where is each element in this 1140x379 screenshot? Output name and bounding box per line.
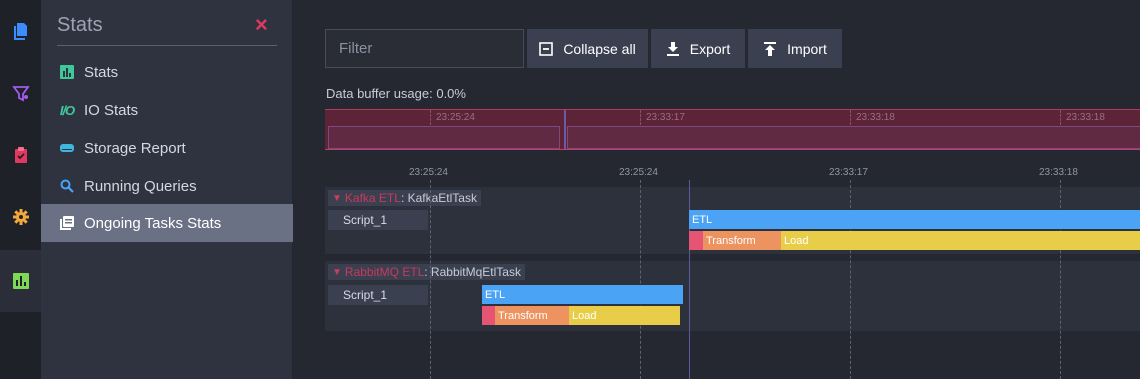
stats-menu-panel: Stats × Stats I/O IO Stats Storage Repor… [41, 0, 293, 379]
import-label: Import [787, 40, 827, 57]
storage-icon [58, 141, 76, 155]
ongoing-tasks-stats-view: Stats × Stats I/O IO Stats Storage Repor… [0, 0, 1140, 379]
rail-tasks-button[interactable] [0, 124, 41, 186]
time-gridline [640, 180, 641, 379]
menu-item-stats[interactable]: Stats [41, 53, 293, 91]
expand-arrow-icon: ▼ [332, 266, 342, 278]
overview-tick [430, 110, 431, 125]
script-label: Script_1 [328, 210, 428, 230]
axis-tick-label: 23:33:18 [1039, 167, 1078, 178]
menu-item-running-queries[interactable]: Running Queries [41, 167, 293, 205]
expand-arrow-icon: ▼ [332, 192, 342, 204]
rail-indexes-button[interactable] [0, 62, 41, 124]
export-label: Export [689, 40, 731, 57]
load-bar[interactable]: Load [569, 306, 680, 325]
indexes-icon [11, 86, 30, 102]
menu-title: Stats [57, 14, 103, 36]
task-group-rabbitmq-etl: ▼ RabbitMQ ETL : RabbitMqEtlTask Script_… [325, 261, 1140, 331]
overview-tick-label: 23:25:24 [436, 112, 475, 123]
transform-bar[interactable]: Transform [495, 306, 569, 325]
script-label: Script_1 [328, 285, 428, 305]
rail-documents-button[interactable] [0, 0, 41, 62]
extract-bar[interactable] [482, 306, 495, 325]
timeline-overview[interactable]: 23:25:24 23:33:17 23:33:18 23:33:18 [325, 109, 1140, 150]
menu-item-label: Storage Report [84, 139, 186, 157]
collapse-all-label: Collapse all [563, 40, 636, 57]
group-header[interactable]: ▼ RabbitMQ ETL : RabbitMqEtlTask [328, 264, 525, 280]
menu-item-label: Stats [84, 63, 119, 81]
overview-brush-handle[interactable] [564, 110, 566, 149]
overview-tick-label: 23:33:18 [856, 112, 895, 123]
ongoing-tasks-icon [58, 216, 76, 230]
overview-tick [1060, 110, 1061, 125]
overview-tick [850, 110, 851, 125]
upload-icon [764, 41, 777, 56]
collapse-all-button[interactable]: Collapse all [527, 29, 648, 68]
time-gridline [430, 180, 431, 379]
axis-tick-label: 23:25:24 [409, 167, 448, 178]
axis-tick-label: 23:33:17 [829, 167, 868, 178]
rail-settings-button[interactable] [0, 186, 41, 248]
bar-chart-icon [58, 65, 76, 79]
etl-bar[interactable]: ETL [482, 285, 683, 304]
menu-item-io-stats[interactable]: I/O IO Stats [41, 91, 293, 129]
overview-range-right [567, 126, 1140, 149]
settings-gear-icon [12, 209, 29, 225]
overview-tick-label: 23:33:17 [646, 112, 685, 123]
filter-input[interactable] [325, 29, 524, 68]
axis-tick-label: 23:25:24 [619, 167, 658, 178]
group-type: : KafkaEtlTask [400, 191, 477, 205]
menu-item-label: IO Stats [84, 101, 139, 119]
export-button[interactable]: Export [651, 29, 745, 68]
icon-rail [0, 0, 41, 379]
overview-range-left [328, 126, 560, 149]
transform-bar[interactable]: Transform [703, 231, 781, 250]
group-name: Kafka ETL [344, 191, 401, 205]
rail-stats-button[interactable] [0, 250, 41, 312]
menu-item-ongoing-tasks-stats[interactable]: Ongoing Tasks Stats [41, 204, 293, 242]
download-icon [666, 41, 679, 56]
extract-bar[interactable] [689, 231, 703, 250]
group-header[interactable]: ▼ Kafka ETL : KafkaEtlTask [328, 190, 481, 206]
stats-chart-icon [12, 273, 29, 289]
overview-tick-label: 23:33:18 [1066, 112, 1105, 123]
close-icon[interactable]: × [255, 14, 268, 36]
io-stats-icon: I/O [59, 102, 75, 118]
search-icon [58, 179, 76, 193]
overview-tick [640, 110, 641, 125]
etl-bar[interactable]: ETL [689, 210, 1140, 229]
menu-item-label: Ongoing Tasks Stats [84, 214, 222, 232]
documents-icon [13, 23, 27, 40]
load-bar[interactable]: Load [781, 231, 1140, 250]
tasks-clipboard-icon [14, 147, 27, 163]
group-type: : RabbitMqEtlTask [424, 265, 521, 279]
data-buffer-usage: Data buffer usage: 0.0% [326, 86, 466, 101]
collapse-icon [539, 41, 554, 56]
menu-item-storage-report[interactable]: Storage Report [41, 129, 293, 167]
group-name: RabbitMQ ETL [344, 265, 425, 279]
import-button[interactable]: Import [748, 29, 842, 68]
menu-item-label: Running Queries [84, 177, 197, 195]
menu-divider [57, 45, 277, 46]
